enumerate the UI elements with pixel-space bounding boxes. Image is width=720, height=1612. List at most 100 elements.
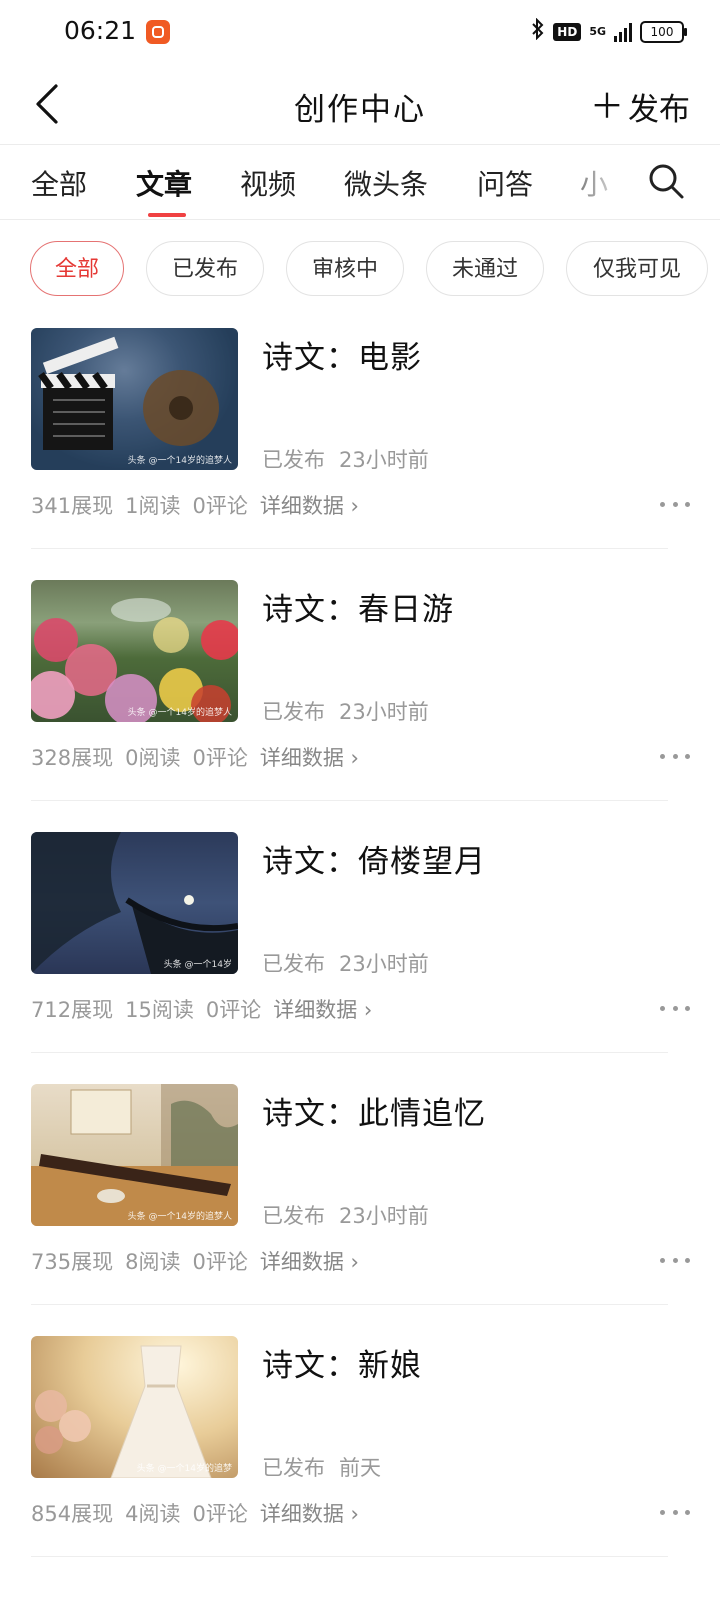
divider bbox=[31, 1052, 668, 1053]
filter-private[interactable]: 仅我可见 bbox=[566, 241, 708, 296]
article-thumbnail: 头条 @一个14岁的追梦 bbox=[31, 1336, 238, 1478]
network-type: 5G bbox=[589, 25, 606, 38]
article-stats: 712展现 15阅读 0评论 详细数据 › bbox=[31, 994, 384, 1024]
more-options-icon[interactable] bbox=[660, 498, 690, 510]
wedding-dress-image bbox=[35, 1345, 212, 1478]
article-title[interactable]: 诗文：电影 bbox=[262, 332, 422, 377]
reads-count: 0阅读 bbox=[125, 746, 181, 770]
publish-time: 23小时前 bbox=[339, 448, 429, 472]
hd-badge: HD bbox=[553, 23, 582, 41]
article-thumbnail: 头条 @一个14岁 bbox=[31, 832, 238, 974]
guqin-room-image bbox=[31, 1084, 238, 1226]
filter-all[interactable]: 全部 bbox=[30, 241, 124, 296]
publish-label: 发布 bbox=[628, 92, 690, 128]
divider bbox=[31, 1304, 668, 1305]
filter-published[interactable]: 已发布 bbox=[146, 241, 264, 296]
article-thumbnail: 头条 @一个14岁的追梦人 bbox=[31, 328, 238, 470]
search-button[interactable] bbox=[646, 161, 686, 201]
thumbnail-watermark: 头条 @一个14岁 bbox=[163, 960, 232, 970]
article-status: 已发布 23小时前 bbox=[262, 948, 429, 978]
article-item[interactable]: 头条 @一个14岁的追梦人 诗文：电影 已发布 23小时前 341展现 1阅读 0评论… bbox=[0, 328, 720, 580]
detail-data-link[interactable]: 详细数据 › bbox=[260, 494, 359, 518]
publish-status: 已发布 bbox=[262, 448, 325, 472]
tab-videos[interactable]: 视频 bbox=[240, 163, 296, 203]
more-options-icon[interactable] bbox=[660, 1254, 690, 1266]
divider bbox=[31, 1556, 668, 1557]
comments-count: 0评论 bbox=[192, 1250, 248, 1274]
views-count: 328展现 bbox=[31, 746, 114, 770]
reads-count: 8阅读 bbox=[125, 1250, 181, 1274]
publish-time: 前天 bbox=[339, 1456, 381, 1480]
publish-time: 23小时前 bbox=[339, 1204, 429, 1228]
detail-data-link[interactable]: 详细数据 › bbox=[260, 746, 359, 770]
article-status: 已发布 前天 bbox=[262, 1452, 381, 1482]
article-item[interactable]: 头条 @一个14岁的追梦人 诗文：此情追忆 已发布 23小时前 735展现 8阅读 0… bbox=[0, 1084, 720, 1336]
article-item[interactable]: 头条 @一个14岁 诗文：倚楼望月 已发布 23小时前 712展现 15阅读 0评论详… bbox=[0, 832, 720, 1084]
moon-pavilion-image bbox=[31, 832, 238, 974]
views-count: 341展现 bbox=[31, 494, 114, 518]
tab-qa[interactable]: 问答 bbox=[477, 163, 533, 203]
article-title[interactable]: 诗文：倚楼望月 bbox=[262, 836, 486, 881]
article-thumbnail: 头条 @一个14岁的追梦人 bbox=[31, 1084, 238, 1226]
reads-count: 15阅读 bbox=[125, 998, 194, 1022]
views-count: 735展现 bbox=[31, 1250, 114, 1274]
filter-rejected[interactable]: 未通过 bbox=[426, 241, 544, 296]
status-icons: HD 5G 100 bbox=[531, 17, 687, 46]
article-stats: 854展现 4阅读 0评论 详细数据 › bbox=[31, 1498, 371, 1528]
detail-data-link[interactable]: 详细数据 › bbox=[273, 998, 372, 1022]
reads-count: 4阅读 bbox=[125, 1502, 181, 1526]
article-title[interactable]: 诗文：春日游 bbox=[262, 584, 454, 629]
publish-button[interactable]: ＋ 发布 bbox=[590, 84, 690, 129]
article-title[interactable]: 诗文：此情追忆 bbox=[262, 1088, 486, 1133]
thumbnail-watermark: 头条 @一个14岁的追梦人 bbox=[127, 1212, 232, 1222]
bluetooth-icon bbox=[531, 17, 545, 46]
article-stats: 328展现 0阅读 0评论 详细数据 › bbox=[31, 742, 371, 772]
more-options-icon[interactable] bbox=[660, 750, 690, 762]
publish-status: 已发布 bbox=[262, 952, 325, 976]
status-filters: 全部 已发布 审核中 未通过 仅我可见 bbox=[0, 240, 720, 300]
article-stats: 735展现 8阅读 0评论 详细数据 › bbox=[31, 1246, 371, 1276]
app-notification-icon bbox=[146, 20, 170, 44]
article-status: 已发布 23小时前 bbox=[262, 444, 429, 474]
tab-all[interactable]: 全部 bbox=[31, 163, 87, 203]
plus-icon: ＋ bbox=[590, 86, 624, 127]
more-options-icon[interactable] bbox=[660, 1506, 690, 1518]
comments-count: 0评论 bbox=[192, 746, 248, 770]
film-clapper-image bbox=[31, 328, 238, 470]
status-time: 06:21 bbox=[64, 16, 137, 45]
signal-icon bbox=[614, 22, 632, 42]
active-tab-indicator bbox=[148, 213, 186, 217]
detail-data-link[interactable]: 详细数据 › bbox=[260, 1250, 359, 1274]
article-title[interactable]: 诗文：新娘 bbox=[262, 1340, 422, 1385]
flower-garden-image bbox=[31, 598, 238, 722]
article-item[interactable]: 头条 @一个14岁的追梦 诗文：新娘 已发布 前天 854展现 4阅读 0评论 详细数据… bbox=[0, 1336, 720, 1588]
comments-count: 0评论 bbox=[192, 1502, 248, 1526]
reads-count: 1阅读 bbox=[125, 494, 181, 518]
filter-reviewing[interactable]: 审核中 bbox=[286, 241, 404, 296]
tab-micro-posts[interactable]: 微头条 bbox=[344, 163, 428, 203]
thumbnail-watermark: 头条 @一个14岁的追梦人 bbox=[127, 456, 232, 466]
status-bar: 06:21 HD 5G 100 bbox=[0, 0, 720, 66]
tab-fade bbox=[560, 145, 660, 217]
thumbnail-watermark: 头条 @一个14岁的追梦 bbox=[136, 1464, 232, 1474]
publish-time: 23小时前 bbox=[339, 952, 429, 976]
tab-articles[interactable]: 文章 bbox=[136, 163, 192, 203]
article-item[interactable]: 头条 @一个14岁的追梦人 诗文：春日游 已发布 23小时前 328展现 0阅读 0评… bbox=[0, 580, 720, 832]
divider bbox=[31, 548, 668, 549]
publish-time: 23小时前 bbox=[339, 700, 429, 724]
article-stats: 341展现 1阅读 0评论 详细数据 › bbox=[31, 490, 371, 520]
search-icon bbox=[649, 164, 684, 199]
nav-bar: 创作中心 ＋ 发布 bbox=[0, 66, 720, 145]
content-type-tabs: 全部 文章 视频 微头条 问答 小 bbox=[0, 145, 720, 220]
views-count: 854展现 bbox=[31, 1502, 114, 1526]
thumbnail-watermark: 头条 @一个14岁的追梦人 bbox=[127, 708, 232, 718]
article-thumbnail: 头条 @一个14岁的追梦人 bbox=[31, 580, 238, 722]
publish-status: 已发布 bbox=[262, 1204, 325, 1228]
views-count: 712展现 bbox=[31, 998, 114, 1022]
comments-count: 0评论 bbox=[205, 998, 262, 1022]
detail-data-link[interactable]: 详细数据 › bbox=[260, 1502, 359, 1526]
publish-status: 已发布 bbox=[262, 700, 325, 724]
more-options-icon[interactable] bbox=[660, 1002, 690, 1014]
publish-status: 已发布 bbox=[262, 1456, 325, 1480]
battery-icon: 100 bbox=[640, 21, 687, 43]
